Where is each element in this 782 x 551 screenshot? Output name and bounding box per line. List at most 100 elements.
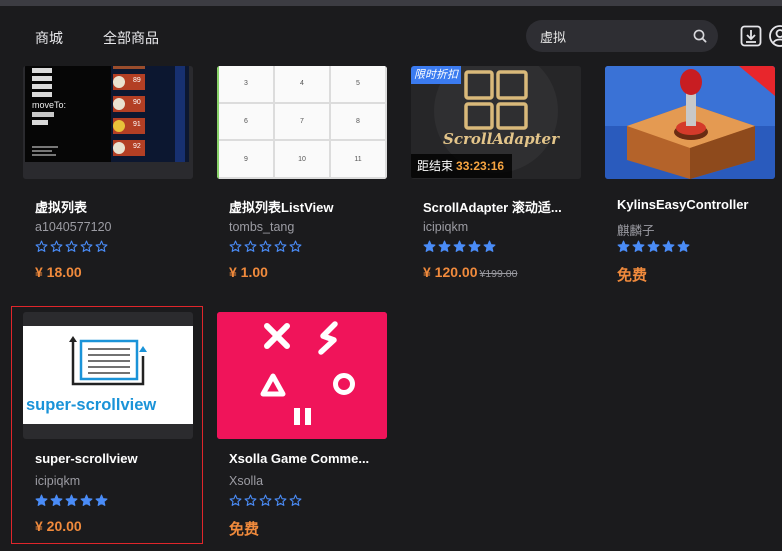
star-empty-icon	[229, 240, 242, 252]
product-title[interactable]: super-scrollview	[35, 451, 185, 466]
product-title[interactable]: 虚拟列表	[35, 197, 185, 216]
account-icon[interactable]	[768, 24, 782, 48]
superscroll-preview: super-scrollview	[23, 326, 193, 424]
joystick-icon	[605, 66, 775, 179]
countdown-timer: 33:23:16	[456, 159, 505, 173]
search-box[interactable]	[526, 20, 718, 52]
product-price: 免费	[229, 521, 260, 538]
header-bar: 商城 全部商品	[0, 6, 782, 66]
countdown-bar: 距结束 33:23:16	[411, 154, 513, 178]
star-empty-icon	[259, 494, 272, 506]
star-empty-icon	[244, 494, 257, 506]
star-filled-icon	[35, 494, 48, 506]
star-empty-icon	[274, 494, 287, 506]
star-filled-icon	[65, 494, 78, 506]
product-author: icipiqkm	[423, 220, 469, 234]
star-empty-icon	[244, 240, 257, 252]
star-filled-icon	[80, 494, 93, 506]
virtual-list-preview	[23, 66, 193, 179]
download-icon[interactable]	[739, 24, 763, 48]
product-thumbnail	[217, 312, 387, 439]
star-empty-icon	[65, 240, 78, 252]
countdown-label: 距结束	[417, 159, 454, 173]
product-thumbnail: super-scrollview	[23, 312, 193, 439]
grid-cell: 3	[219, 66, 273, 102]
grid-cell: 8	[331, 103, 385, 140]
rating-stars	[35, 240, 108, 254]
star-filled-icon	[468, 240, 481, 252]
product-title[interactable]: ScrollAdapter 滚动适...	[423, 197, 573, 216]
product-author: 麒麟子	[617, 224, 655, 238]
product-title[interactable]: Xsolla Game Comme...	[229, 451, 379, 466]
product-author: icipiqkm	[35, 474, 81, 488]
grid-cell: 6	[219, 103, 273, 140]
product-author: Xsolla	[229, 474, 264, 488]
search-input[interactable]	[540, 26, 690, 46]
star-filled-icon	[617, 240, 630, 252]
rating-stars	[423, 240, 496, 254]
listview-grid-preview: 3 4 5 6 7 8 9 10 11	[217, 66, 387, 179]
product-thumbnail: 3 4 5 6 7 8 9 10 11	[217, 66, 387, 179]
product-card[interactable]: ScrollAdapter 限时折扣 距结束 33:23:16 ScrollAda…	[411, 66, 583, 286]
star-empty-icon	[229, 494, 242, 506]
product-thumbnail: moveTo: 89 90 91 92	[23, 66, 193, 179]
thumb-moveto-label: moveTo:	[32, 100, 67, 110]
grid-cell: 4	[275, 66, 329, 102]
product-card[interactable]: 3 4 5 6 7 8 9 10 11 虚拟列表ListView tombs_t…	[217, 66, 389, 286]
star-filled-icon	[423, 240, 436, 252]
product-card[interactable]: moveTo: 89 90 91 92 虚拟列表 a1040577120 ¥ 1…	[23, 66, 195, 286]
product-price: 免费	[617, 267, 648, 284]
product-price: ¥ 20.00	[35, 518, 82, 534]
thumb-logo-text: ScrollAdapter	[443, 130, 559, 148]
star-filled-icon	[677, 240, 690, 252]
grid-cell: 9	[219, 141, 273, 177]
star-empty-icon	[289, 494, 302, 506]
star-filled-icon	[95, 494, 108, 506]
grid-cell: 10	[275, 141, 329, 177]
star-filled-icon	[453, 240, 466, 252]
star-empty-icon	[50, 240, 63, 252]
star-filled-icon	[632, 240, 645, 252]
nav-all-products[interactable]: 全部商品	[103, 28, 159, 48]
star-empty-icon	[35, 240, 48, 252]
star-empty-icon	[289, 240, 302, 252]
product-title[interactable]: KylinsEasyController	[617, 197, 767, 212]
original-price: ¥199.00	[479, 268, 518, 280]
rating-stars	[229, 494, 302, 508]
xsolla-logo	[217, 312, 387, 439]
thumb-row-value: 92	[133, 143, 141, 150]
star-filled-icon	[647, 240, 660, 252]
search-icon[interactable]	[692, 28, 708, 44]
thumb-row-value: 89	[133, 77, 141, 84]
grid-cell: 7	[275, 103, 329, 140]
product-price: ¥ 1.00	[229, 264, 268, 280]
grid-cell: 5	[331, 66, 385, 102]
star-filled-icon	[50, 494, 63, 506]
product-title[interactable]: 虚拟列表ListView	[229, 197, 379, 216]
star-empty-icon	[259, 240, 272, 252]
thumb-row-value: 91	[133, 121, 141, 128]
thumb-logo-text: super-scrollview	[26, 396, 157, 414]
product-price: ¥ 18.00	[35, 264, 82, 280]
star-filled-icon	[483, 240, 496, 252]
product-card[interactable]: Xsolla Game Comme... Xsolla 免费	[217, 312, 389, 538]
product-card[interactable]: super-scrollview super-scrollview icipiq…	[23, 312, 195, 534]
rating-stars	[617, 240, 690, 254]
product-price: ¥ 120.00 ¥199.00	[423, 264, 517, 280]
star-filled-icon	[662, 240, 675, 252]
product-author: tombs_tang	[229, 220, 295, 234]
star-empty-icon	[95, 240, 108, 252]
thumb-row-value: 90	[133, 99, 141, 106]
star-filled-icon	[438, 240, 451, 252]
product-author: a1040577120	[35, 220, 112, 234]
star-empty-icon	[80, 240, 93, 252]
rating-stars	[229, 240, 302, 254]
grid-cell: 11	[331, 141, 385, 177]
product-card[interactable]: KylinsEasyController 麒麟子 免费	[605, 66, 777, 286]
product-thumbnail: ScrollAdapter 限时折扣 距结束 33:23:16	[411, 66, 581, 179]
nav-store[interactable]: 商城	[35, 28, 63, 48]
product-thumbnail	[605, 66, 775, 179]
rating-stars	[35, 494, 108, 508]
star-empty-icon	[274, 240, 287, 252]
sale-badge: 限时折扣	[411, 66, 461, 84]
